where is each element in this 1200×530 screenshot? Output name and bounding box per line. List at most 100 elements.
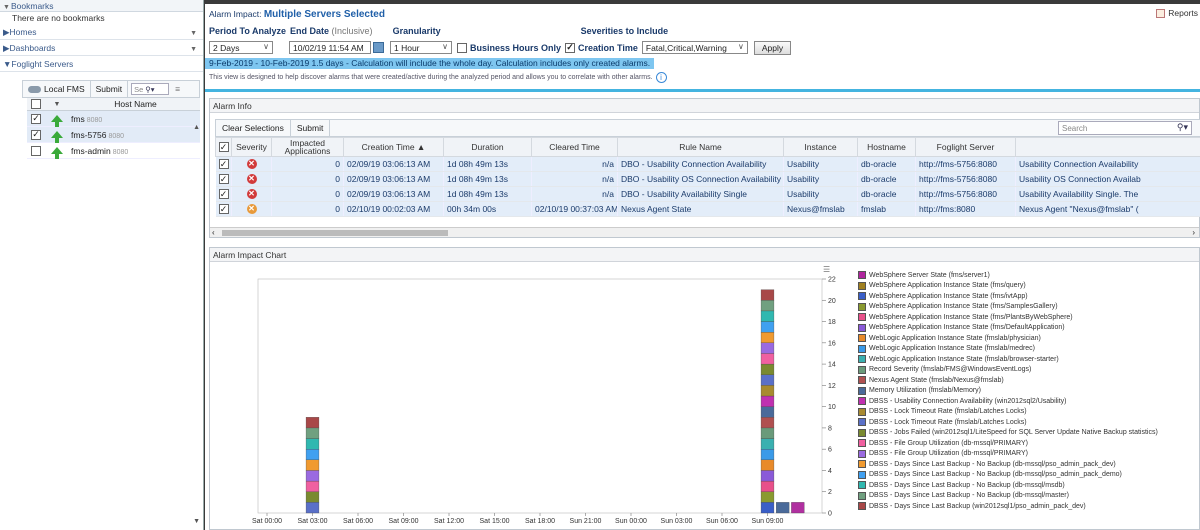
column-header[interactable]: Duration (443, 137, 532, 157)
sidebar-scroll-down[interactable]: ▼ (193, 518, 200, 525)
column-header[interactable]: Severity (231, 137, 272, 157)
bar-segment[interactable] (760, 374, 775, 386)
calendar-icon[interactable] (373, 42, 384, 53)
severities-select[interactable]: Fatal,Critical,Warning ∨ (641, 41, 748, 54)
legend-item[interactable]: Nexus Agent State (fmslab/Nexus@fmslab) (858, 375, 1198, 386)
bar-segment[interactable] (760, 300, 775, 312)
legend-item[interactable]: WebLogic Application Instance State (fms… (858, 344, 1198, 355)
bar-segment[interactable] (760, 427, 775, 439)
row-checkbox[interactable]: ✓ (218, 189, 229, 200)
column-header[interactable] (1015, 137, 1200, 157)
dashboards-header[interactable]: ▶Dashboards ▼ (0, 40, 203, 56)
bar-segment[interactable] (305, 438, 320, 450)
table-row[interactable]: ✓ ✕ 0 02/09/19 03:06:13 AM 1d 08h 49m 13s n/a… (215, 156, 1200, 172)
bar-segment[interactable] (760, 406, 775, 418)
bar-segment[interactable] (760, 363, 775, 375)
legend-item[interactable]: DBSS - Days Since Last Backup - No Backu… (858, 491, 1198, 502)
host-checkbox[interactable]: ✓ (31, 113, 41, 124)
host-checkbox[interactable] (31, 145, 41, 156)
creation-time-checkbox[interactable]: ✓ (565, 42, 576, 53)
bookmarks-header[interactable]: ▼Bookmarks (0, 0, 203, 12)
legend-item[interactable]: WebSphere Application Instance State (fm… (858, 291, 1198, 302)
apply-button[interactable]: Apply (753, 40, 792, 55)
select-all-checkbox[interactable]: ✓ (218, 142, 229, 152)
bar-segment[interactable] (305, 427, 320, 439)
sidebar-scrollbar[interactable]: ▲ (193, 124, 200, 131)
bar-segment[interactable] (305, 491, 320, 503)
legend-item[interactable]: WebSphere Application Instance State (fm… (858, 281, 1198, 292)
legend-item[interactable]: DBSS - Days Since Last Backup - No Backu… (858, 480, 1198, 491)
bar-segment[interactable] (760, 438, 775, 450)
host-row[interactable]: ✓ fms-5756 8080 (27, 127, 200, 143)
submit-button[interactable]: Submit (91, 81, 129, 97)
host-row[interactable]: fms-admin 8080 (27, 143, 200, 159)
bar-segment[interactable] (760, 417, 775, 429)
legend-item[interactable]: WebSphere Application Instance State (fm… (858, 323, 1198, 334)
legend-item[interactable]: WebLogic Application Instance State (fms… (858, 333, 1198, 344)
creation-time-toggle[interactable]: ✓ Creation Time (565, 42, 638, 53)
bar-segment[interactable] (760, 342, 775, 354)
legend-item[interactable]: WebLogic Application Instance State (fms… (858, 354, 1198, 365)
submit-button[interactable]: Submit (291, 120, 331, 136)
reports-button[interactable]: Reports (1156, 8, 1198, 18)
bar-segment[interactable] (305, 470, 320, 482)
chart-menu-icon[interactable]: ☰ (823, 265, 830, 274)
granularity-select[interactable]: 1 Hour ∨ (390, 41, 452, 54)
business-hours-checkbox[interactable] (457, 42, 467, 53)
legend-item[interactable]: DBSS - Lock Timeout Rate (fmslab/Latches… (858, 407, 1198, 418)
bar-segment[interactable] (305, 449, 320, 460)
bar-segment[interactable] (760, 480, 775, 492)
table-row[interactable]: ✓ ✕ 0 02/09/19 03:06:13 AM 1d 08h 49m 13s n/a… (215, 186, 1200, 202)
scroll-left-icon[interactable]: ‹ (212, 228, 215, 237)
legend-item[interactable]: WebSphere Application Instance State (fm… (858, 302, 1198, 313)
row-checkbox[interactable]: ✓ (218, 174, 229, 185)
alarm-search-input[interactable]: Search ⚲▾ (1058, 121, 1192, 135)
legend-item[interactable]: DBSS - File Group Utilization (db-mssql/… (858, 449, 1198, 460)
bar-segment[interactable] (760, 449, 775, 460)
column-header[interactable]: Hostname (857, 137, 916, 157)
host-checkbox[interactable]: ✓ (31, 129, 41, 140)
search-icon[interactable]: ⚲▾ (1177, 122, 1188, 133)
sort-icon[interactable]: ▼ (45, 101, 69, 108)
legend-item[interactable]: WebSphere Server State (fms/server1) (858, 270, 1198, 281)
bar-segment[interactable] (760, 321, 775, 333)
bar-segment[interactable] (760, 502, 775, 514)
legend-item[interactable]: DBSS - Days Since Last Backup - No Backu… (858, 459, 1198, 470)
info-icon[interactable]: i (655, 72, 667, 83)
table-row[interactable]: ✓ ✕ 0 02/09/19 03:06:13 AM 1d 08h 49m 13s n/a… (215, 171, 1200, 187)
table-row[interactable]: ✓ ✕ 0 02/10/19 00:02:03 AM 00h 34m 00s 02/10/… (215, 201, 1200, 217)
foglight-servers-header[interactable]: ▼Foglight Servers (0, 56, 203, 72)
legend-item[interactable]: Memory Utilization (fmslab/Memory) (858, 386, 1198, 397)
legend-item[interactable]: Record Severity (fmslab/FMS@WindowsEvent… (858, 365, 1198, 376)
column-header[interactable]: Foglight Server (915, 137, 1016, 157)
host-search-input[interactable]: Se ⚲▾ (131, 83, 170, 95)
bar-segment[interactable] (760, 395, 775, 407)
host-name-column[interactable]: Host Name (69, 99, 200, 109)
column-menu-icon[interactable]: ≡ (175, 84, 180, 94)
bar-segment[interactable] (760, 353, 775, 365)
bar-segment[interactable] (760, 491, 775, 503)
legend-item[interactable]: DBSS - Usability Connection Availability… (858, 396, 1198, 407)
bar-segment[interactable] (791, 502, 805, 514)
column-header[interactable]: Instance (783, 137, 858, 157)
legend-item[interactable]: DBSS - Days Since Last Backup - No Backu… (858, 470, 1198, 481)
legend-item[interactable]: DBSS - Lock Timeout Rate (fmslab/Latches… (858, 417, 1198, 428)
local-fms-button[interactable]: Local FMS (23, 81, 91, 97)
select-all-checkbox[interactable] (31, 99, 41, 109)
bar-segment[interactable] (305, 502, 320, 514)
bar-segment[interactable] (760, 459, 775, 471)
end-date-input[interactable]: 10/02/19 11:54 AM (289, 41, 371, 54)
horizontal-scrollbar[interactable]: ‹ › (210, 227, 1199, 237)
scroll-thumb[interactable] (222, 230, 448, 236)
column-header[interactable]: Creation Time ▲ (343, 137, 444, 157)
legend-item[interactable]: DBSS - Jobs Failed (win2012sql1/LiteSpee… (858, 428, 1198, 439)
period-select[interactable]: 2 Days ∨ (209, 41, 273, 54)
row-checkbox[interactable]: ✓ (218, 204, 229, 215)
bar-segment[interactable] (305, 417, 320, 429)
column-header[interactable]: Impacted Applications (271, 137, 344, 157)
scroll-right-icon[interactable]: › (1192, 228, 1195, 237)
host-row[interactable]: ✓ fms 8080 (27, 111, 200, 127)
bar-segment[interactable] (760, 332, 775, 343)
column-header[interactable]: Cleared Time (531, 137, 618, 157)
bar-segment[interactable] (760, 289, 775, 301)
